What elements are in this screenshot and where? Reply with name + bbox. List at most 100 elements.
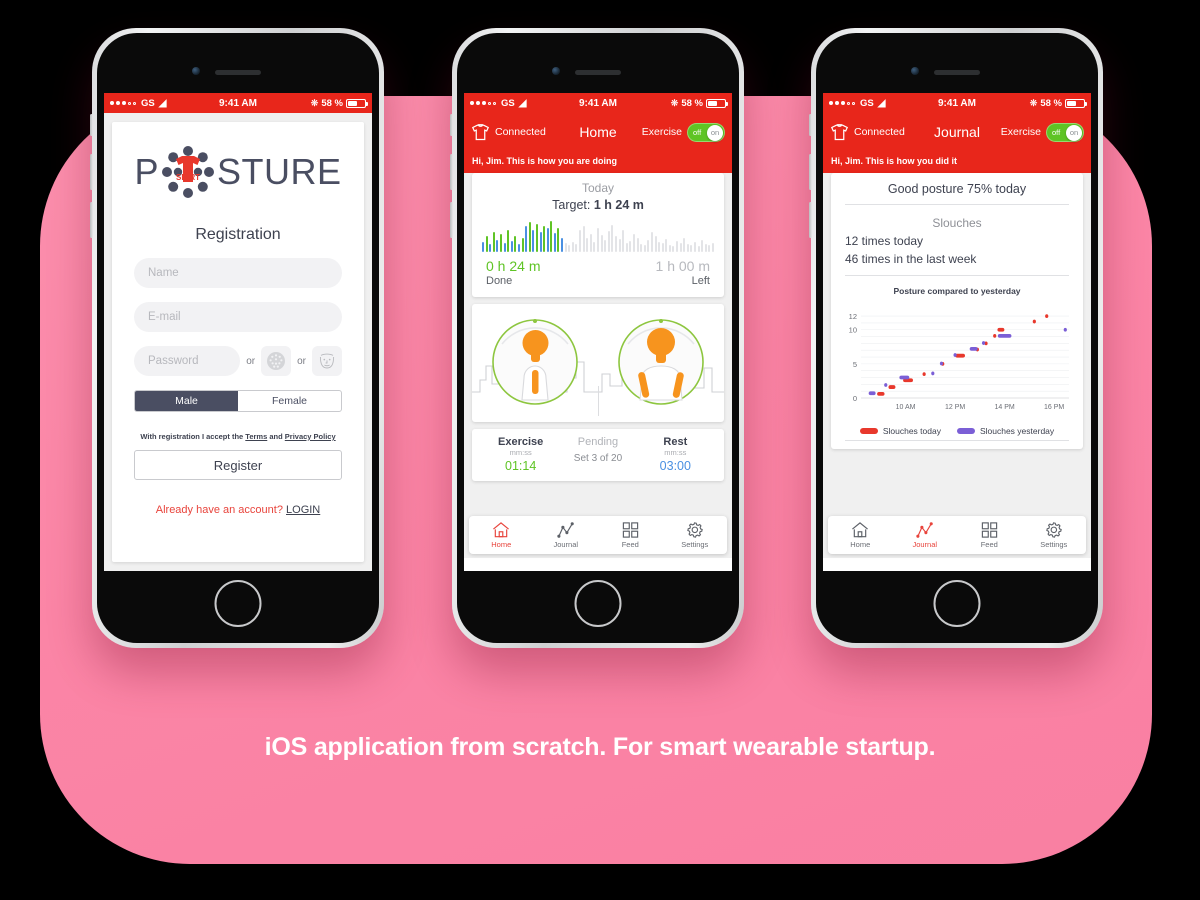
gear-icon: [1046, 522, 1063, 538]
terms-link[interactable]: Terms: [245, 432, 267, 441]
today-card-footer: 0 h 24 m Done 1 h 00 m Left: [472, 252, 724, 297]
tab-home[interactable]: Home: [828, 516, 893, 554]
email-input-placeholder: E-mail: [148, 311, 181, 323]
status-battery-text: 58 %: [321, 97, 343, 109]
today-target-value: 1 h 24 m: [593, 198, 644, 212]
chart-point-today: [922, 372, 926, 377]
timer-rest-value: 03:00: [659, 459, 691, 473]
tab-home-label: Home: [850, 539, 871, 549]
exercise-toggle[interactable]: off on: [1046, 122, 1084, 142]
register-button[interactable]: Register: [134, 450, 342, 480]
slouches-week: 46 times in the last week: [845, 252, 977, 266]
login-link[interactable]: LOGIN: [286, 504, 320, 516]
greeting-text: Hi, Jim. This is how you did it: [823, 151, 1091, 173]
tab-home[interactable]: Home: [469, 516, 534, 554]
tab-journal[interactable]: Journal: [534, 516, 599, 554]
posture-chart-svg: 0 5 10 12 10 AM 12 PM 14 PM 16 PM: [849, 312, 1069, 411]
tab-settings-label: Settings: [1040, 540, 1068, 549]
greeting-text: Hi, Jim. This is how you are doing: [464, 151, 732, 173]
today-card[interactable]: Today Target: 1 h 24 m 0 h 24 m Done 1 h…: [472, 173, 724, 297]
slouches-title: Slouches: [932, 216, 982, 230]
exercise-label: Exercise: [641, 126, 682, 138]
tshirt-icon: [471, 123, 490, 140]
login-prompt: Already have an account? LOGIN: [134, 504, 342, 516]
chart-ytick: 12: [849, 312, 857, 321]
password-input[interactable]: Password: [134, 346, 241, 376]
journal-card[interactable]: Good posture 75% today Slouches 12 times…: [831, 173, 1083, 449]
tab-feed[interactable]: Feed: [957, 516, 1022, 554]
timer-rest: Rest mm:ss 03:00: [637, 436, 714, 473]
app-navbar: Connected Home Exercise off on: [464, 113, 732, 151]
tab-settings[interactable]: Settings: [663, 516, 728, 554]
today-done-label: Done: [486, 275, 513, 287]
touch-id-button[interactable]: [261, 346, 292, 376]
home-button[interactable]: [214, 580, 262, 627]
toggle-on-label: on: [1066, 124, 1082, 141]
timer-rest-label: Rest: [663, 436, 688, 448]
front-camera-icon: [192, 67, 200, 75]
today-target: Target: 1 h 24 m: [472, 198, 724, 212]
divider-1: [845, 204, 1069, 205]
email-input[interactable]: E-mail: [134, 302, 342, 332]
card-divider: [598, 386, 599, 416]
home-icon: [852, 521, 869, 537]
chart-point-yesterday: [884, 383, 888, 387]
exercise-illustration-card[interactable]: [472, 304, 724, 422]
gear-icon: [687, 522, 704, 538]
exercise-toggle[interactable]: off on: [687, 122, 725, 142]
exercise-timer-card[interactable]: Exercise mm:ss 01:14 Pending Set 3 of 20…: [472, 429, 724, 481]
chart-point-today: [877, 392, 885, 396]
chart-point-yesterday: [1063, 327, 1067, 332]
chart-point-yesterday: [931, 371, 935, 376]
terms-middle: and: [267, 432, 285, 441]
chart-line-icon: [557, 521, 574, 538]
chart-point-today: [1032, 319, 1036, 324]
chart-ytick: 0: [853, 394, 857, 403]
timer-exercise-unit: mm:ss: [509, 448, 532, 457]
chart-point-yesterday: [953, 353, 957, 357]
screen-home: GS ◢ 9:41 AM ❊ 58 % Connected Home Exerc…: [464, 93, 732, 571]
bluetooth-icon: ❊: [310, 97, 319, 108]
status-bar: GS ◢ 9:41 AM ❊ 58 %: [464, 93, 732, 113]
screen-registration: GS ◢ 9:41 AM ❊ 58 % P SHIRT STURE Regist…: [104, 93, 372, 571]
terms-text: With registration I accept the Terms and…: [134, 432, 342, 441]
today-done: 0 h 24 m Done: [486, 258, 540, 287]
chart-point-yesterday: [981, 341, 986, 345]
chart-legend: Slouches today Slouches yesterday: [831, 426, 1083, 440]
or-label-2: or: [297, 355, 306, 367]
gender-option-female[interactable]: Female: [238, 391, 341, 411]
privacy-policy-link[interactable]: Privacy Policy: [285, 432, 336, 441]
logo-letter-p: P: [134, 151, 159, 192]
divider-3: [845, 440, 1069, 441]
battery-icon: [346, 98, 368, 108]
gender-option-male[interactable]: Male: [135, 391, 238, 411]
chart-ytick: 10: [849, 326, 857, 335]
tab-settings[interactable]: Settings: [1022, 516, 1087, 554]
home-button[interactable]: [574, 580, 622, 627]
page-title: Registration: [195, 226, 281, 243]
chart-xtick: 10 AM: [896, 404, 916, 411]
chart-title: Posture compared to yesterday: [893, 286, 1021, 296]
terms-prefix: With registration I accept the: [140, 432, 246, 441]
name-input[interactable]: Name: [134, 258, 342, 288]
chart-ytick: 5: [853, 360, 857, 369]
face-id-icon: [319, 353, 335, 369]
timer-pending: Pending Set 3 of 20: [559, 436, 636, 473]
status-battery-text: 58 %: [1040, 97, 1062, 109]
face-id-button[interactable]: [312, 346, 342, 376]
timer-pending-label: Pending: [577, 436, 619, 448]
chart-point-yesterday: [997, 333, 1012, 338]
tab-journal[interactable]: Journal: [893, 516, 958, 554]
phone-device-home: GS ◢ 9:41 AM ❊ 58 % Connected Home Exerc…: [450, 28, 744, 648]
poster-canvas: iOS application from scratch. For smart …: [0, 0, 1200, 900]
today-card-title: Today: [581, 181, 615, 195]
tab-home-label: Home: [491, 539, 512, 549]
tab-feed[interactable]: Feed: [598, 516, 663, 554]
gender-segmented-control[interactable]: Male Female: [134, 390, 342, 412]
legend-item-today: Slouches today: [859, 426, 941, 436]
or-label-1: or: [246, 355, 256, 367]
journal-body: Good posture 75% today Slouches 12 times…: [823, 173, 1091, 558]
home-button[interactable]: [933, 580, 981, 627]
timer-rest-unit: mm:ss: [664, 448, 687, 457]
legend-label-yesterday: Slouches yesterday: [979, 426, 1055, 436]
